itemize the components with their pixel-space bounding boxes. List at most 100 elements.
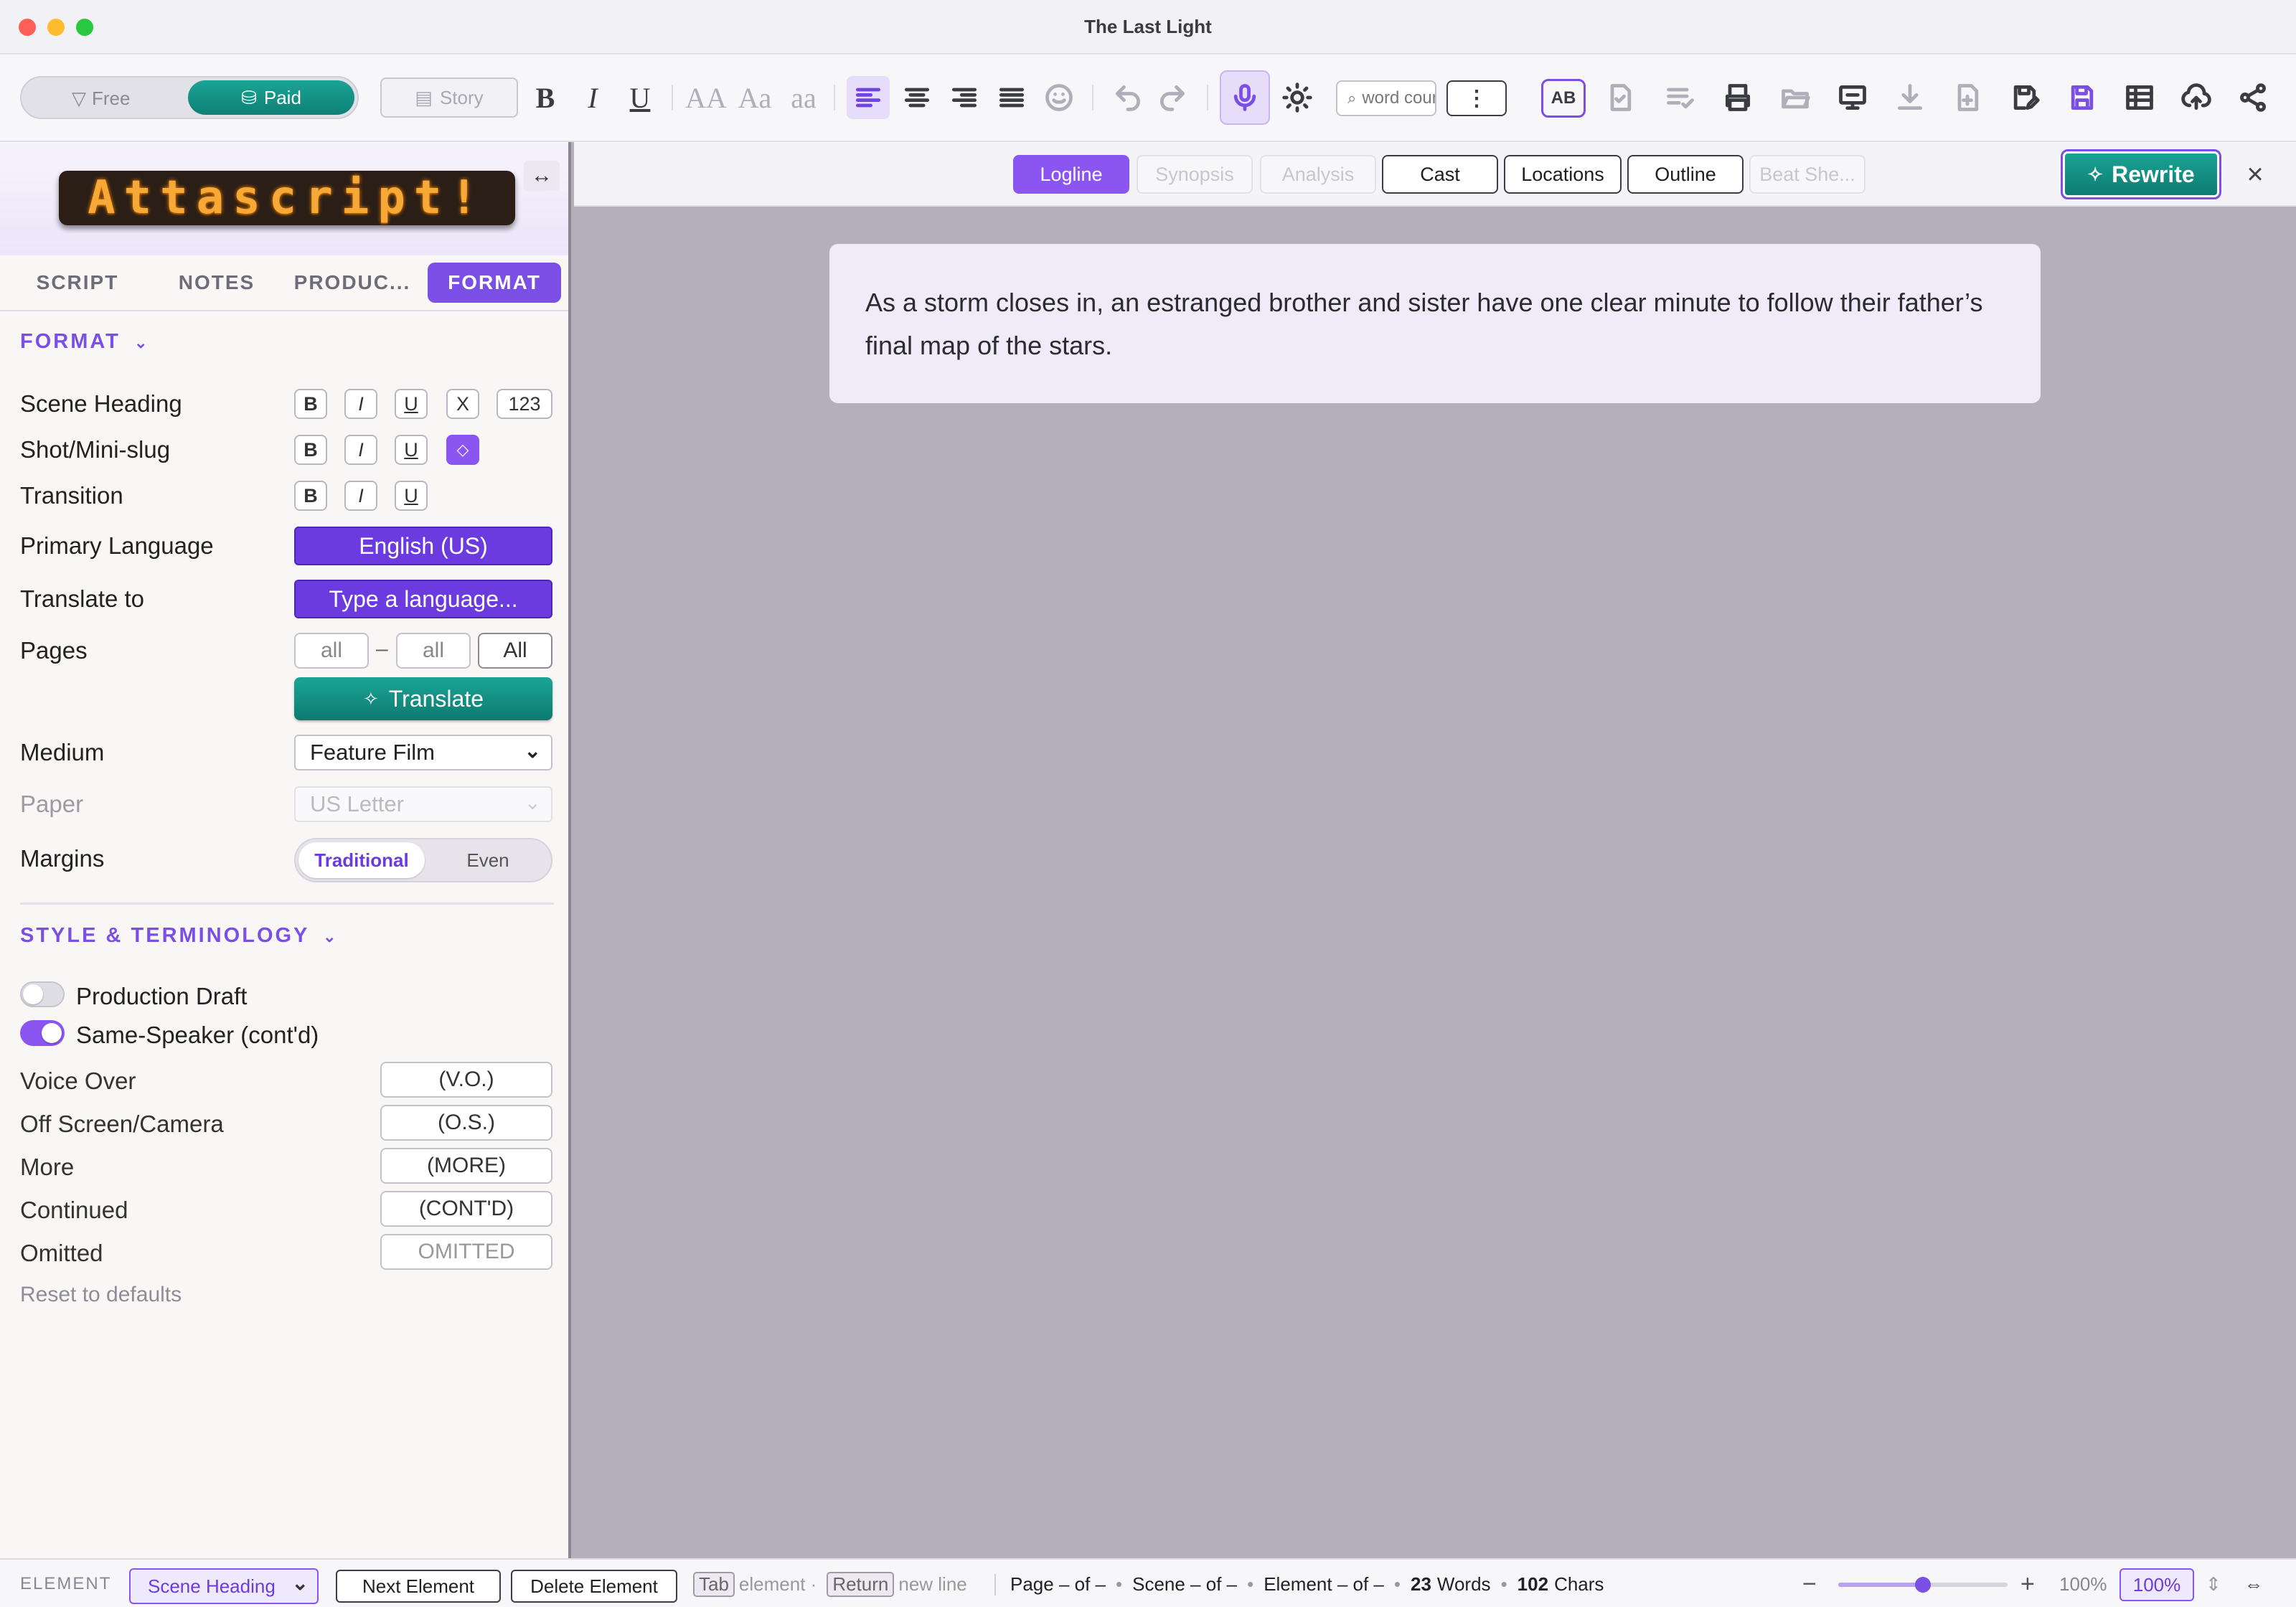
- dictation-button[interactable]: [1220, 70, 1270, 125]
- tabs-divider: [0, 310, 568, 311]
- transition-bold-button[interactable]: B: [294, 481, 327, 511]
- tab-outline[interactable]: Outline: [1627, 155, 1744, 194]
- same-speaker-toggle[interactable]: [20, 1020, 65, 1046]
- fit-height-button[interactable]: ⇕: [2206, 1560, 2221, 1607]
- medium-select[interactable]: Feature Film ⌄: [294, 735, 552, 770]
- shot-underline-button[interactable]: U: [395, 435, 428, 465]
- lowercase-button[interactable]: aa: [781, 76, 827, 119]
- underline-button[interactable]: U: [623, 76, 657, 119]
- shot-bold-button[interactable]: B: [294, 435, 327, 465]
- search-field[interactable]: ⌕ word count: [1336, 80, 1436, 116]
- style-section-toggle[interactable]: STYLE & TERMINOLOGY ⌄: [20, 924, 338, 948]
- logline-card[interactable]: As a storm closes in, an estranged broth…: [829, 244, 2041, 403]
- import-button[interactable]: [1890, 76, 1930, 119]
- zoom-in-button[interactable]: +: [2020, 1560, 2035, 1607]
- pages-from-input[interactable]: all: [294, 633, 369, 669]
- shot-italic-button[interactable]: I: [344, 435, 377, 465]
- cloud-upload-button[interactable]: [2174, 76, 2219, 119]
- more-input[interactable]: (MORE): [380, 1148, 552, 1184]
- primary-language-select[interactable]: English (US): [294, 527, 552, 565]
- transition-italic-button[interactable]: I: [344, 481, 377, 511]
- present-button[interactable]: [1832, 76, 1873, 119]
- paper-select[interactable]: US Letter ⌄: [294, 786, 552, 822]
- scene-heading-underline-button[interactable]: U: [395, 389, 428, 419]
- close-panel-button[interactable]: ×: [2237, 155, 2273, 194]
- scene-heading-bold-button[interactable]: B: [294, 389, 327, 419]
- tier-toggle[interactable]: ▽ Free ⛁ Paid: [20, 76, 359, 119]
- zoom-slider[interactable]: [1838, 1577, 2008, 1593]
- zoom-slider-thumb[interactable]: [1915, 1577, 1931, 1593]
- story-button[interactable]: ▤ Story: [380, 77, 518, 118]
- tab-notes[interactable]: NOTES: [159, 263, 274, 303]
- section-divider: [20, 903, 554, 905]
- share-button[interactable]: [2233, 76, 2273, 119]
- tab-production[interactable]: PRODUC...: [286, 263, 419, 303]
- margins-label: Margins: [20, 845, 105, 872]
- more-options-button[interactable]: ⋮: [1446, 80, 1507, 116]
- emoji-button[interactable]: [1038, 76, 1081, 119]
- tab-locations[interactable]: Locations: [1504, 155, 1622, 194]
- fit-width-button[interactable]: ⇔: [2244, 1560, 2263, 1607]
- shot-highlight-button[interactable]: ◇: [446, 435, 479, 465]
- zoom-out-button[interactable]: −: [1802, 1560, 1817, 1607]
- next-element-button[interactable]: Next Element: [336, 1570, 501, 1603]
- align-right-button[interactable]: [943, 76, 986, 119]
- redo-button[interactable]: [1152, 76, 1192, 119]
- tab-script[interactable]: SCRIPT: [20, 263, 135, 303]
- titlecase-button[interactable]: Aa: [732, 76, 778, 119]
- table-button[interactable]: [2119, 76, 2160, 119]
- margins-traditional-option[interactable]: Traditional: [298, 842, 425, 878]
- translate-language-input[interactable]: Type a language...: [294, 580, 552, 618]
- search-input[interactable]: word count: [1362, 88, 1435, 108]
- theme-button[interactable]: [1277, 76, 1317, 119]
- primary-language-label: Primary Language: [20, 532, 214, 559]
- format-section-toggle[interactable]: FORMAT ⌄: [20, 330, 149, 354]
- rewrite-button[interactable]: ✧ Rewrite: [2061, 149, 2221, 199]
- scene-numbers-button[interactable]: 123: [497, 389, 552, 419]
- italic-button[interactable]: I: [575, 76, 610, 119]
- undo-button[interactable]: [1108, 76, 1148, 119]
- scene-heading-strike-button[interactable]: X: [446, 389, 479, 419]
- uppercase-button[interactable]: AA: [683, 76, 729, 119]
- table-icon: [2126, 85, 2153, 110]
- continued-input[interactable]: (CONT'D): [380, 1191, 552, 1227]
- justify-button[interactable]: [990, 76, 1033, 119]
- translate-button[interactable]: ✧ Translate: [294, 677, 552, 720]
- char-count: 102: [1517, 1573, 1549, 1595]
- delete-element-button[interactable]: Delete Element: [511, 1570, 677, 1603]
- new-file-button[interactable]: [1947, 76, 1987, 119]
- production-draft-toggle[interactable]: [20, 981, 65, 1007]
- free-option[interactable]: ▽ Free: [72, 88, 130, 110]
- save-as-button[interactable]: [2005, 76, 2045, 119]
- omitted-input[interactable]: OMITTED: [380, 1234, 552, 1270]
- spellcheck-button[interactable]: AB: [1541, 79, 1586, 118]
- tab-logline[interactable]: Logline: [1013, 155, 1129, 194]
- tab-analysis[interactable]: Analysis: [1260, 155, 1376, 194]
- off-screen-input[interactable]: (O.S.): [380, 1105, 552, 1141]
- approve-button[interactable]: [1600, 76, 1640, 119]
- align-center-button[interactable]: [895, 76, 938, 119]
- align-left-button[interactable]: [847, 76, 890, 119]
- element-select[interactable]: Scene Heading ⌄: [129, 1568, 319, 1604]
- pages-to-input[interactable]: all: [396, 633, 471, 669]
- tab-synopsis[interactable]: Synopsis: [1137, 155, 1253, 194]
- scene-heading-italic-button[interactable]: I: [344, 389, 377, 419]
- voice-over-input[interactable]: (V.O.): [380, 1062, 552, 1098]
- save-button[interactable]: [2062, 76, 2102, 119]
- tab-format[interactable]: FORMAT: [428, 263, 561, 303]
- reset-defaults-link[interactable]: Reset to defaults: [20, 1283, 182, 1307]
- tab-cast[interactable]: Cast: [1382, 155, 1498, 194]
- tab-beat-sheet[interactable]: Beat She...: [1749, 155, 1866, 194]
- logline-text[interactable]: As a storm closes in, an estranged broth…: [865, 288, 1982, 360]
- resize-sidebar-button[interactable]: ↔: [524, 161, 560, 191]
- checklist-button[interactable]: [1659, 76, 1702, 119]
- margins-even-option[interactable]: Even: [425, 842, 551, 878]
- margins-segmented[interactable]: Traditional Even: [294, 838, 552, 882]
- print-button[interactable]: [1718, 76, 1758, 119]
- pages-all-button[interactable]: All: [478, 633, 552, 669]
- zoom-input[interactable]: 100%: [2119, 1568, 2194, 1601]
- bold-button[interactable]: B: [528, 76, 563, 119]
- paid-option[interactable]: ⛁ Paid: [188, 80, 354, 115]
- transition-underline-button[interactable]: U: [395, 481, 428, 511]
- open-button[interactable]: [1775, 76, 1815, 119]
